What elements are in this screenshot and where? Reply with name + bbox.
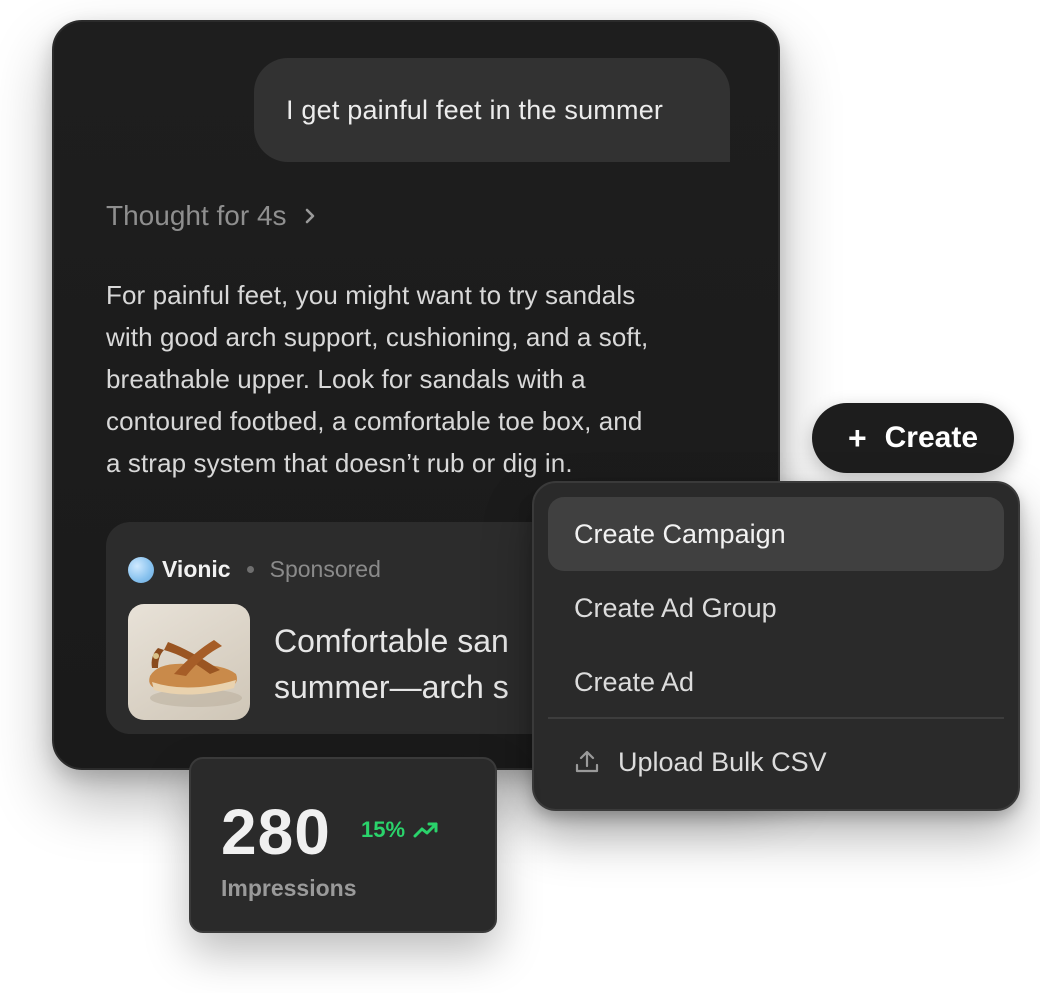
create-button[interactable]: + Create [812, 403, 1014, 473]
brand-logo-icon [128, 556, 154, 583]
menu-item-label: Upload Bulk CSV [618, 746, 827, 777]
change-percent: 15% [361, 817, 406, 842]
impressions-card: 280 15% Impressions [189, 757, 497, 933]
menu-item-label: Create Ad Group [574, 592, 777, 623]
answer-line: For painful feet, you might want to try … [106, 280, 636, 310]
impressions-value: 280 [221, 796, 331, 868]
menu-item-upload-bulk-csv[interactable]: Upload Bulk CSV [548, 725, 1004, 799]
thought-label: Thought for 4s [106, 200, 287, 231]
plus-icon: + [847, 419, 867, 456]
impressions-label: Impressions [221, 875, 357, 901]
answer-line: breathable upper. Look for sandals with … [106, 364, 586, 394]
menu-item-create-campaign[interactable]: Create Campaign [548, 497, 1004, 571]
menu-item-create-ad-group[interactable]: Create Ad Group [548, 571, 1004, 645]
menu-item-create-ad[interactable]: Create Ad [548, 645, 1004, 719]
sandal-image [128, 604, 250, 720]
trending-up-icon [413, 822, 438, 838]
thought-toggle[interactable]: Thought for 4s [106, 200, 319, 232]
create-button-label: Create [884, 421, 979, 454]
user-message-bubble: I get painful feet in the summer [254, 58, 730, 162]
assistant-answer: For painful feet, you might want to try … [106, 274, 746, 484]
answer-line: with good arch support, cushioning, and … [106, 322, 649, 352]
separator-dot [246, 566, 254, 573]
menu-divider [548, 717, 1004, 719]
answer-line: contoured footbed, a comfortable toe box… [106, 406, 643, 436]
create-dropdown-menu: Create Campaign Create Ad Group Create A… [532, 481, 1020, 811]
user-message-text: I get painful feet in the summer [286, 94, 664, 125]
chevron-right-icon [305, 208, 314, 224]
impressions-change: 15% [361, 817, 439, 843]
menu-item-label: Create Campaign [574, 518, 786, 549]
answer-line: a strap system that doesn’t rub or dig i… [106, 448, 573, 478]
upload-icon [575, 750, 599, 773]
ad-brand-name: Vionic [162, 556, 231, 582]
ad-header: Vionic Sponsored [128, 556, 381, 583]
sponsored-label: Sponsored [269, 556, 381, 582]
menu-item-label: Create Ad [574, 666, 695, 697]
